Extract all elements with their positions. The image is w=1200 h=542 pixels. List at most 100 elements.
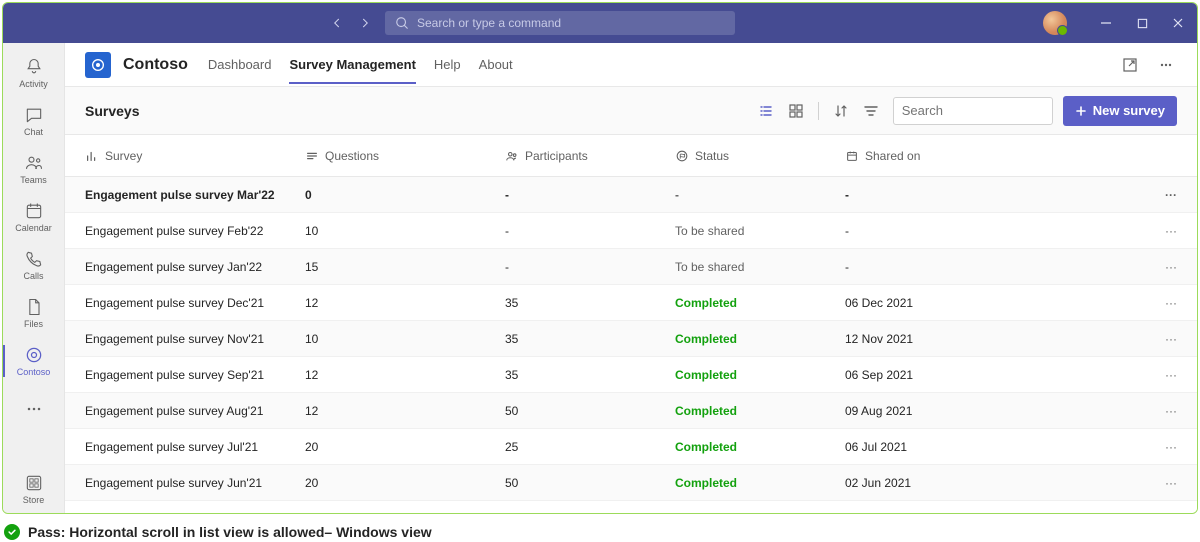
tab-about[interactable]: About (479, 46, 513, 83)
cell-survey: Engagement pulse survey Sep'21 (85, 368, 305, 382)
cell-status: - (675, 188, 845, 202)
table-row[interactable]: Engagement pulse survey Jan'2215-To be s… (65, 249, 1197, 285)
sort-button[interactable] (833, 103, 849, 119)
rail-label: Files (24, 319, 43, 329)
store-icon (24, 473, 44, 493)
row-more-button[interactable]: ··· (1005, 332, 1177, 346)
nav-back-button[interactable] (325, 11, 349, 35)
bar-chart-icon (85, 149, 99, 163)
cell-questions: 12 (305, 296, 505, 310)
cell-participants: - (505, 260, 675, 274)
rail-item-chat[interactable]: Chat (3, 97, 65, 145)
cell-participants: 50 (505, 476, 675, 490)
cell-questions: 15 (305, 260, 505, 274)
cell-survey: Engagement pulse survey Jan'22 (85, 260, 305, 274)
search-input[interactable] (893, 97, 1053, 125)
flag-icon (675, 149, 689, 163)
window-maximize-button[interactable] (1133, 14, 1151, 32)
rail-item-store[interactable]: Store (3, 465, 65, 513)
cell-shared_on: 12 Nov 2021 (845, 332, 1005, 346)
cell-shared_on: - (845, 188, 1005, 202)
rail-item-contoso[interactable]: Contoso (3, 337, 65, 385)
col-participants[interactable]: Participants (505, 149, 675, 163)
tab-help[interactable]: Help (434, 46, 461, 83)
cell-shared_on: 06 Dec 2021 (845, 296, 1005, 310)
rail-item-activity[interactable]: Activity (3, 49, 65, 97)
cell-shared_on: - (845, 260, 1005, 274)
table-row[interactable]: Engagement pulse survey Feb'2210-To be s… (65, 213, 1197, 249)
cell-shared_on: 06 Sep 2021 (845, 368, 1005, 382)
rail-label: Calls (23, 271, 43, 281)
cell-status: To be shared (675, 260, 845, 274)
table-row[interactable]: Engagement pulse survey Nov'211035Comple… (65, 321, 1197, 357)
row-more-button[interactable]: ··· (1005, 260, 1177, 274)
rail-item-teams[interactable]: Teams (3, 145, 65, 193)
col-status[interactable]: Status (675, 149, 845, 163)
phone-icon (24, 249, 44, 269)
popout-button[interactable] (1119, 54, 1141, 76)
app-name: Contoso (123, 56, 188, 74)
cell-questions: 20 (305, 476, 505, 490)
nav-forward-button[interactable] (353, 11, 377, 35)
filter-button[interactable] (863, 103, 879, 119)
cell-participants: 50 (505, 404, 675, 418)
cell-questions: 0 (305, 188, 505, 202)
row-more-button[interactable]: ··· (1005, 440, 1177, 454)
cell-status: Completed (675, 296, 845, 310)
rail-item-files[interactable]: Files (3, 289, 65, 337)
tab-dashboard[interactable]: Dashboard (208, 46, 272, 83)
cell-questions: 12 (305, 368, 505, 382)
row-more-button[interactable]: ··· (1005, 224, 1177, 238)
table-row[interactable]: Engagement pulse survey Jun'212050Comple… (65, 465, 1197, 501)
cell-survey: Engagement pulse survey Aug'21 (85, 404, 305, 418)
cell-status: Completed (675, 476, 845, 490)
cell-survey: Engagement pulse survey Feb'22 (85, 224, 305, 238)
tab-survey-management[interactable]: Survey Management (289, 46, 415, 83)
grid-view-button[interactable] (788, 103, 804, 119)
row-more-button[interactable]: ··· (1005, 368, 1177, 382)
caption-text: Pass: Horizontal scroll in list view is … (28, 524, 432, 540)
cell-questions: 20 (305, 440, 505, 454)
cell-participants: 35 (505, 368, 675, 382)
table-row[interactable]: Engagement pulse survey Jul'212025Comple… (65, 429, 1197, 465)
table-row[interactable]: Engagement pulse survey Mar'220---··· (65, 177, 1197, 213)
table-row[interactable]: Engagement pulse survey Dec'211235Comple… (65, 285, 1197, 321)
cell-status: Completed (675, 440, 845, 454)
global-search[interactable] (385, 11, 735, 35)
col-survey[interactable]: Survey (85, 149, 305, 163)
app-header: Contoso Dashboard Survey Management Help Ab… (65, 43, 1197, 87)
rail-item-calendar[interactable]: Calendar (3, 193, 65, 241)
calendar-icon (24, 201, 44, 221)
rail-label: Contoso (17, 367, 51, 377)
survey-table[interactable]: Survey Questions Participants Status Sha… (65, 135, 1197, 513)
people-icon (505, 149, 519, 163)
cell-status: Completed (675, 404, 845, 418)
list-view-button[interactable] (758, 103, 774, 119)
table-row[interactable]: Engagement pulse survey Aug'211250Comple… (65, 393, 1197, 429)
cell-shared_on: 09 Aug 2021 (845, 404, 1005, 418)
rail-item-more[interactable] (3, 385, 65, 433)
rail-label: Chat (24, 127, 43, 137)
cell-participants: 35 (505, 332, 675, 346)
more-button[interactable] (1155, 54, 1177, 76)
global-search-input[interactable] (417, 16, 725, 30)
row-more-button[interactable]: ··· (1005, 404, 1177, 418)
search-icon (395, 16, 409, 30)
table-row[interactable]: Engagement pulse survey Sep'211235Comple… (65, 357, 1197, 393)
new-survey-button[interactable]: New survey (1063, 96, 1177, 126)
divider (818, 102, 819, 120)
chat-icon (24, 105, 44, 125)
row-more-button[interactable]: ··· (1005, 296, 1177, 310)
row-more-button[interactable]: ··· (1005, 188, 1177, 202)
window-close-button[interactable] (1169, 14, 1187, 32)
avatar[interactable] (1043, 11, 1067, 35)
app-logo (85, 52, 111, 78)
col-questions[interactable]: Questions (305, 149, 505, 163)
rail-item-calls[interactable]: Calls (3, 241, 65, 289)
plus-icon (1075, 105, 1087, 117)
file-icon (24, 297, 44, 317)
rail-label: Store (23, 495, 45, 505)
row-more-button[interactable]: ··· (1005, 476, 1177, 490)
col-shared-on[interactable]: Shared on (845, 149, 1005, 163)
window-minimize-button[interactable] (1097, 14, 1115, 32)
